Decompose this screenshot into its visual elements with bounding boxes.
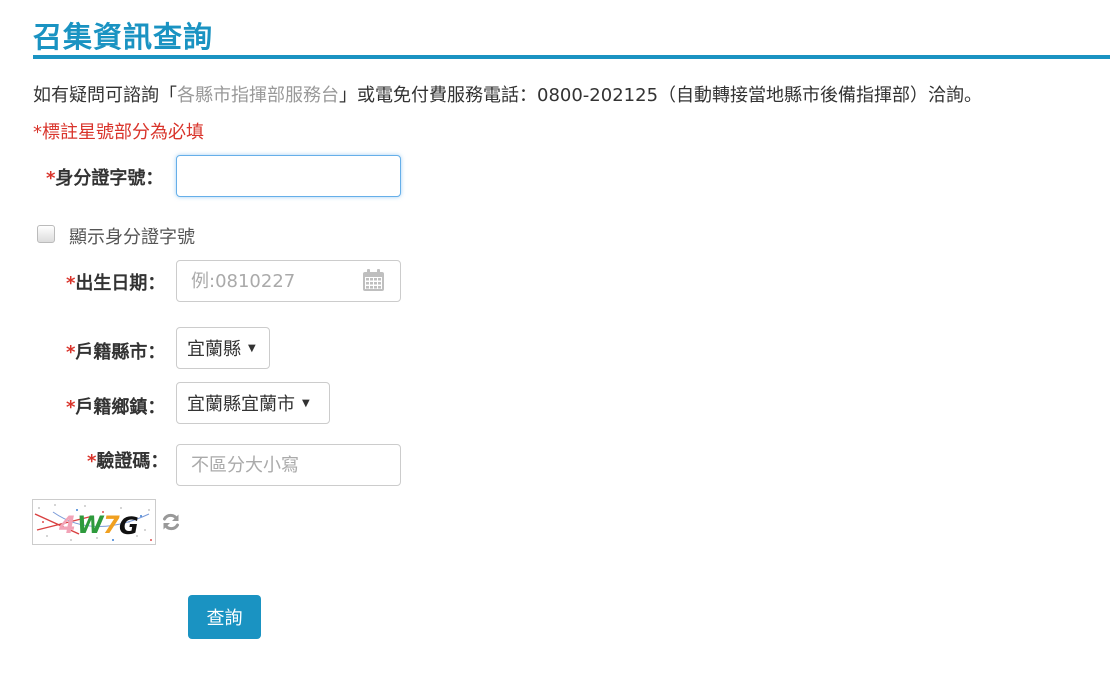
id-number-label-text: 身分證字號： — [55, 168, 164, 189]
captcha-char-1: 4 — [58, 511, 76, 539]
township-select[interactable]: 宜蘭縣宜蘭市 ▼ — [176, 382, 330, 424]
service-desk-link[interactable]: 各縣市指揮部服務台 — [177, 85, 339, 106]
captcha-char-4: G — [119, 512, 139, 540]
captcha-label-text: 驗證碼： — [96, 451, 169, 472]
birth-date-label: *出生日期： — [66, 269, 165, 295]
required-star: * — [66, 273, 76, 294]
id-number-input[interactable] — [176, 155, 401, 197]
county-label-text: 戶籍縣市： — [75, 342, 166, 363]
county-selected-value: 宜蘭縣 — [187, 339, 241, 360]
birth-date-label-text: 出生日期： — [75, 273, 166, 294]
show-id-checkbox[interactable] — [37, 225, 55, 243]
captcha-label: *驗證碼： — [87, 447, 168, 473]
captcha-image: 4 W 7 G — [32, 499, 156, 545]
captcha-input[interactable] — [176, 444, 401, 486]
county-select[interactable]: 宜蘭縣 ▼ — [176, 327, 270, 369]
refresh-icon[interactable] — [161, 512, 181, 532]
township-label-text: 戶籍鄉鎮： — [75, 397, 166, 418]
notice-suffix: 」或電免付費服務電話：0800-202125（自動轉接當地縣市後備指揮部）洽詢。 — [339, 85, 983, 106]
county-label: *戶籍縣市： — [66, 338, 165, 364]
captcha-char-3: 7 — [103, 511, 120, 539]
township-label: *戶籍鄉鎮： — [66, 393, 165, 419]
id-number-label: *身分證字號： — [46, 164, 163, 190]
required-star: * — [87, 451, 97, 472]
township-selected-value: 宜蘭縣宜蘭市 — [187, 394, 295, 415]
captcha-graphic: 4 W 7 G — [34, 504, 152, 541]
calendar-icon[interactable] — [362, 268, 385, 292]
notice-prefix: 如有疑問可諮詢「 — [33, 85, 177, 106]
dropdown-arrow-icon: ▼ — [248, 342, 256, 354]
help-notice: 如有疑問可諮詢「各縣市指揮部服務台」或電免付費服務電話：0800-202125（… — [33, 81, 982, 107]
captcha-char-2: W — [77, 511, 105, 539]
dropdown-arrow-icon: ▼ — [302, 397, 310, 409]
page-title: 召集資訊查詢 — [33, 20, 214, 54]
required-star: * — [66, 397, 76, 418]
required-note: *標註星號部分為必填 — [33, 122, 204, 143]
title-rule — [33, 55, 1110, 59]
required-star: * — [46, 168, 56, 189]
show-id-label[interactable]: 顯示身分證字號 — [69, 223, 195, 249]
submit-button[interactable]: 查詢 — [188, 595, 261, 639]
required-star: * — [66, 342, 76, 363]
